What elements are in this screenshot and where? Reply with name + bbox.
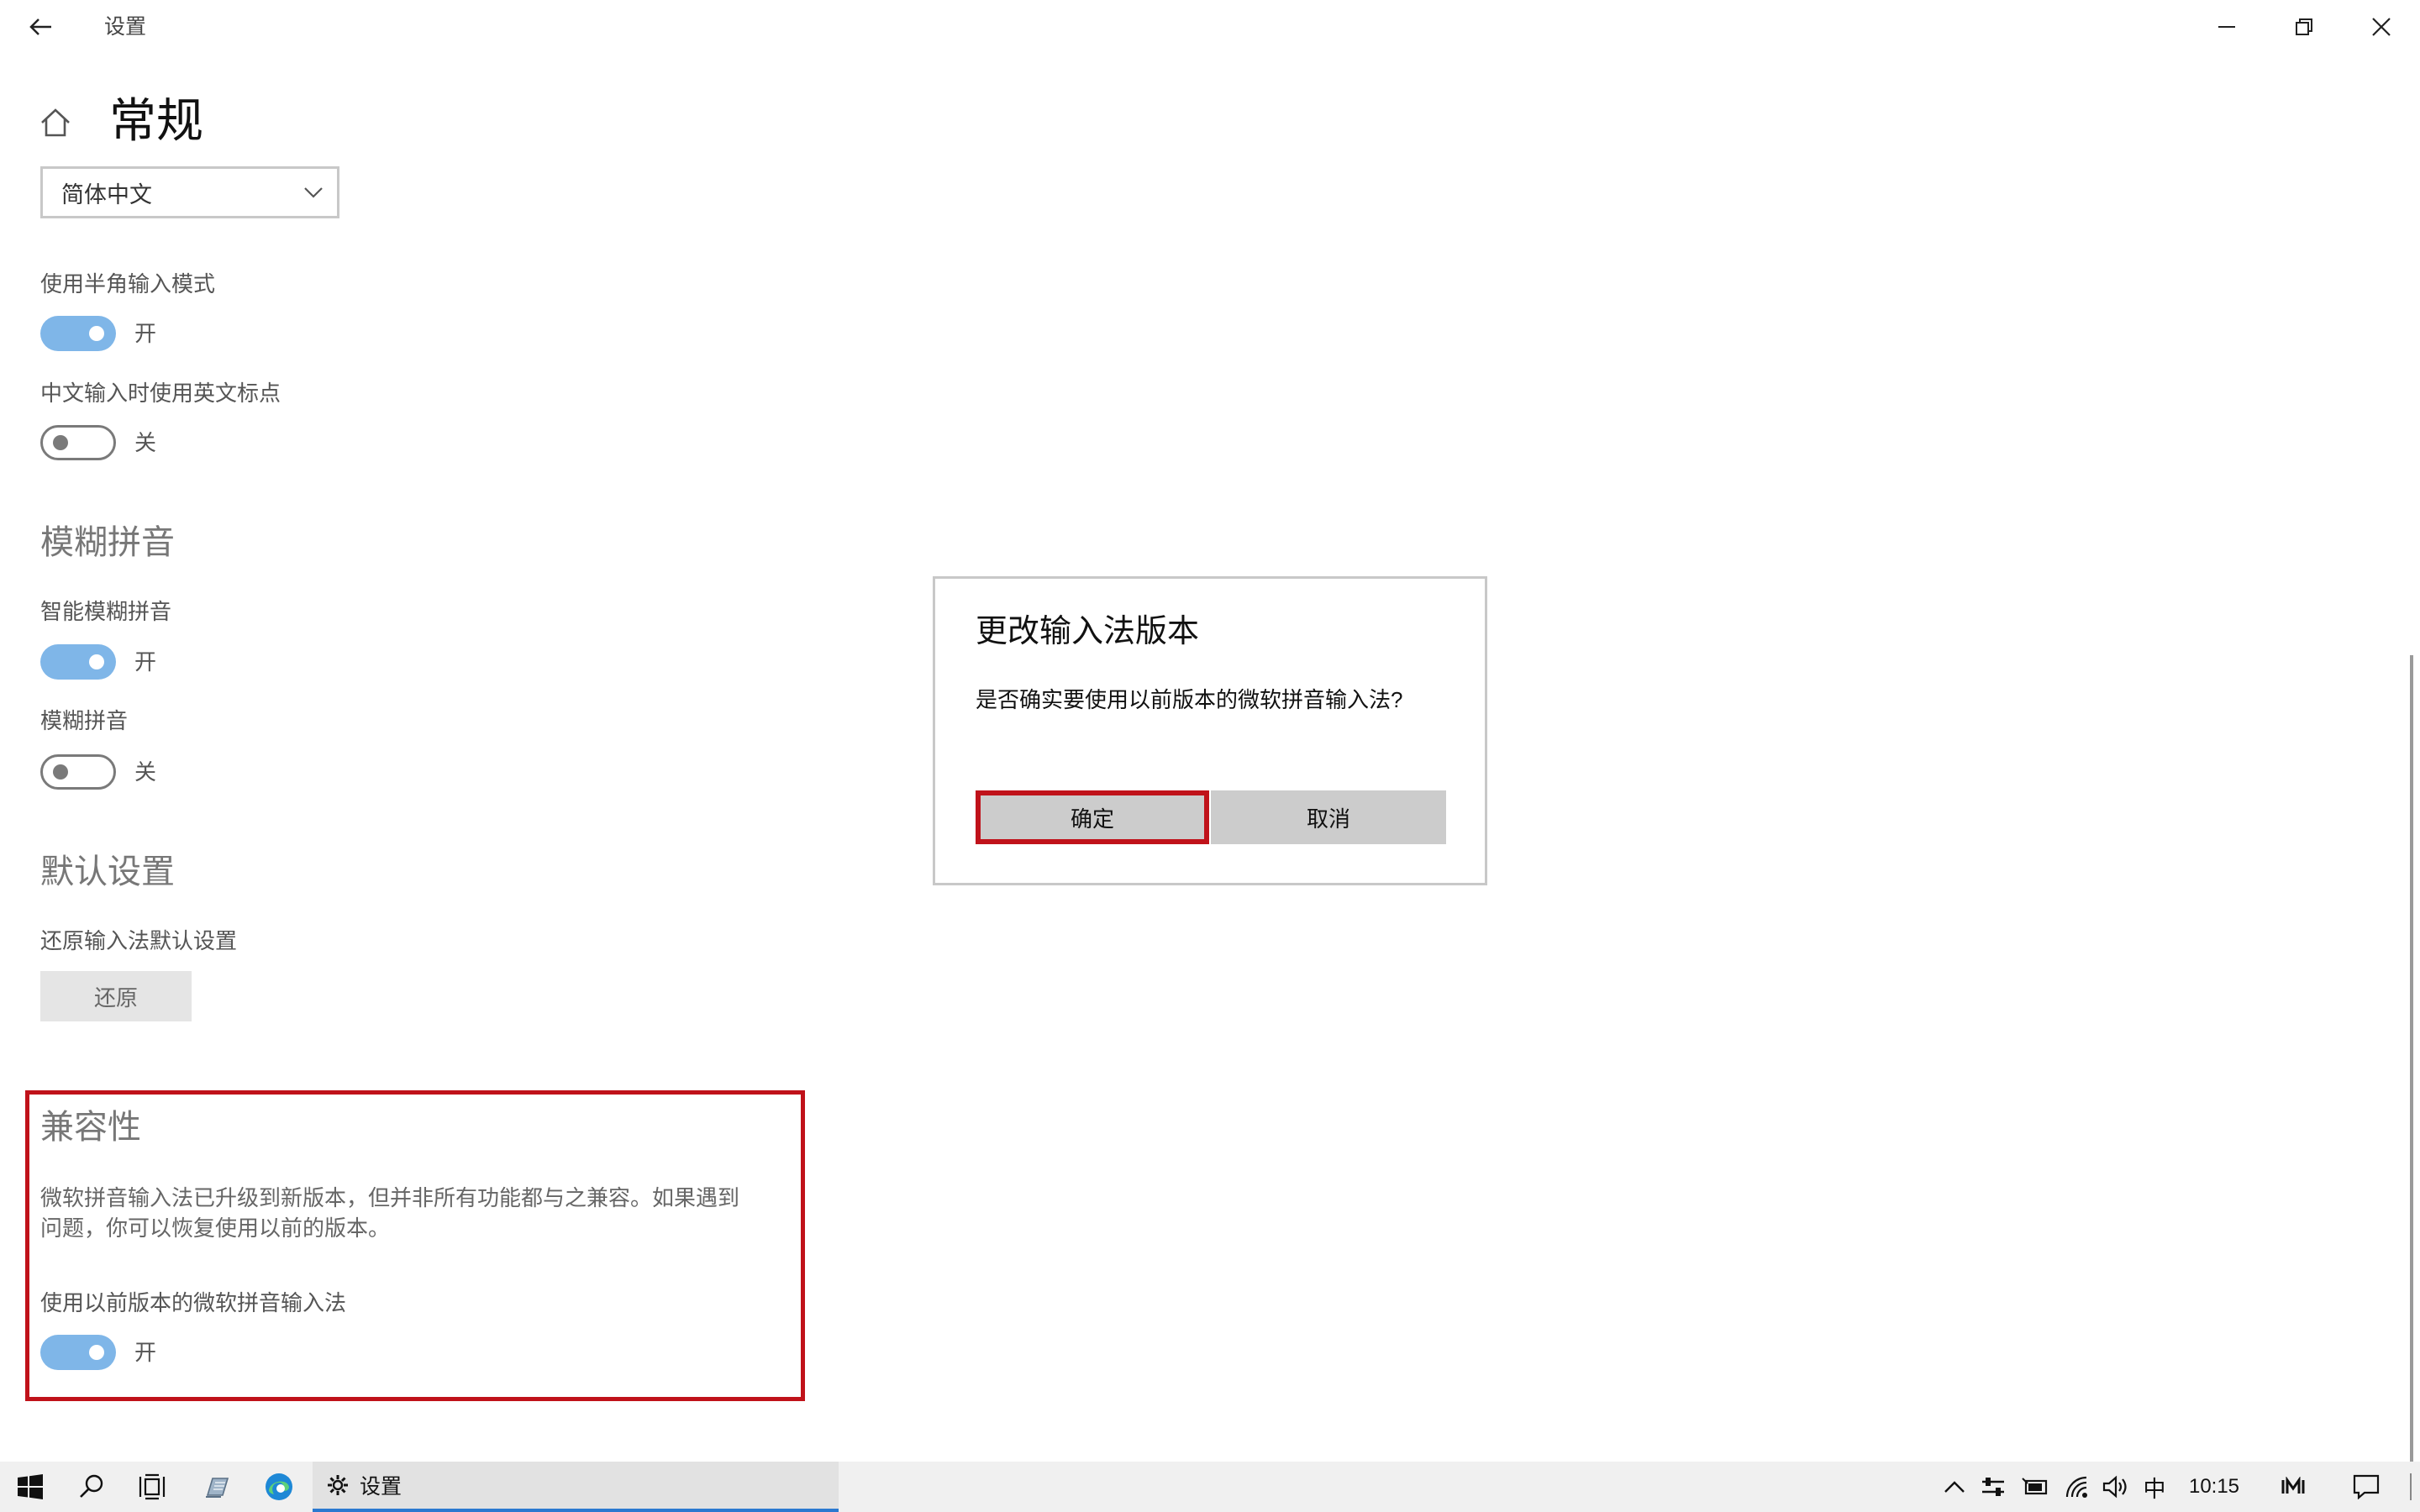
notification-icon [2353, 1474, 2380, 1499]
restore-window-button[interactable] [2265, 0, 2343, 54]
action-center-button[interactable] [2341, 1462, 2391, 1512]
close-button[interactable] [2343, 0, 2420, 54]
half-width-state: 开 [134, 321, 157, 346]
close-icon [2372, 18, 2391, 36]
edge-browser-icon [266, 1473, 292, 1500]
english-punct-toggle[interactable] [40, 425, 116, 460]
toggle-knob [89, 654, 104, 669]
default-settings-heading: 默认设置 [40, 853, 175, 890]
battery-button[interactable] [2017, 1462, 2054, 1512]
dialog-message: 是否确实要使用以前版本的微软拼音输入法? [976, 687, 1403, 712]
english-punct-label: 中文输入时使用英文标点 [40, 381, 281, 406]
wifi-icon [2065, 1476, 2087, 1498]
restore-window-icon [2296, 18, 2312, 35]
chevron-up-icon [1944, 1481, 1965, 1493]
notepad-app-icon [206, 1478, 229, 1498]
tray-settings-sliders[interactable] [1976, 1462, 2010, 1512]
windows-logo-icon [18, 1474, 43, 1499]
task-view-icon [139, 1473, 166, 1500]
fuzzy-pinyin-label: 模糊拼音 [40, 708, 129, 733]
smart-fuzzy-toggle[interactable] [40, 644, 116, 680]
back-arrow-icon [29, 18, 51, 35]
half-width-label: 使用半角输入模式 [40, 271, 216, 297]
ime-indicator[interactable]: 中 [2139, 1462, 2170, 1512]
fuzzy-pinyin-heading: 模糊拼音 [40, 524, 175, 561]
taskbar-settings-label: 设置 [360, 1475, 402, 1499]
edge-button[interactable] [249, 1462, 309, 1512]
battery-icon [2022, 1478, 2048, 1495]
smart-fuzzy-state: 开 [134, 649, 157, 675]
file-explorer-button[interactable] [185, 1462, 249, 1512]
speaker-icon [2102, 1475, 2127, 1499]
toggle-knob [53, 764, 68, 780]
search-button[interactable] [62, 1462, 121, 1512]
fuzzy-pinyin-state: 关 [134, 759, 157, 785]
ime-mode-icon [2281, 1477, 2305, 1494]
clock[interactable]: 10:15 [2180, 1462, 2249, 1512]
change-ime-version-dialog: 更改输入法版本 是否确实要使用以前版本的微软拼音输入法? 确定 取消 [933, 576, 1487, 885]
restore-button[interactable]: 还原 [40, 971, 192, 1021]
fuzzy-pinyin-toggle[interactable] [40, 754, 116, 790]
restore-defaults-label: 还原输入法默认设置 [40, 928, 238, 953]
show-desktop-button[interactable] [2410, 1473, 2412, 1500]
scrollbar-indicator[interactable] [2410, 655, 2413, 1462]
half-width-toggle[interactable] [40, 316, 116, 351]
volume-button[interactable] [2099, 1462, 2133, 1512]
page-title: 常规 [109, 94, 203, 147]
minimize-button[interactable] [2188, 0, 2265, 54]
taskbar: 设置 中 10:15 [0, 1462, 2420, 1512]
start-button[interactable] [0, 1462, 60, 1512]
gear-icon [328, 1475, 348, 1495]
minimize-icon [2218, 26, 2235, 28]
title-bar: 设置 [0, 0, 2420, 54]
dialog-title: 更改输入法版本 [976, 614, 1200, 649]
sliders-icon [1982, 1478, 2004, 1496]
taskbar-settings-app[interactable]: 设置 [313, 1462, 839, 1512]
toggle-knob [89, 326, 104, 341]
show-hidden-icons-button[interactable] [1938, 1462, 1971, 1512]
compatibility-highlight-box [25, 1090, 805, 1401]
cancel-button[interactable]: 取消 [1211, 790, 1446, 844]
window-title: 设置 [104, 15, 147, 39]
search-icon [80, 1474, 103, 1498]
language-select[interactable]: 简体中文 [40, 166, 339, 218]
language-select-value: 简体中文 [61, 181, 152, 207]
home-icon [41, 108, 70, 137]
toggle-knob [53, 435, 68, 450]
home-button[interactable] [39, 106, 72, 139]
network-button[interactable] [2060, 1462, 2094, 1512]
smart-fuzzy-label: 智能模糊拼音 [40, 599, 172, 624]
task-view-button[interactable] [123, 1462, 182, 1512]
ok-button[interactable]: 确定 [976, 790, 1209, 844]
back-button[interactable] [20, 12, 60, 42]
chevron-down-icon [304, 187, 323, 198]
english-punct-state: 关 [134, 430, 157, 455]
input-tool-button[interactable] [2269, 1462, 2319, 1512]
